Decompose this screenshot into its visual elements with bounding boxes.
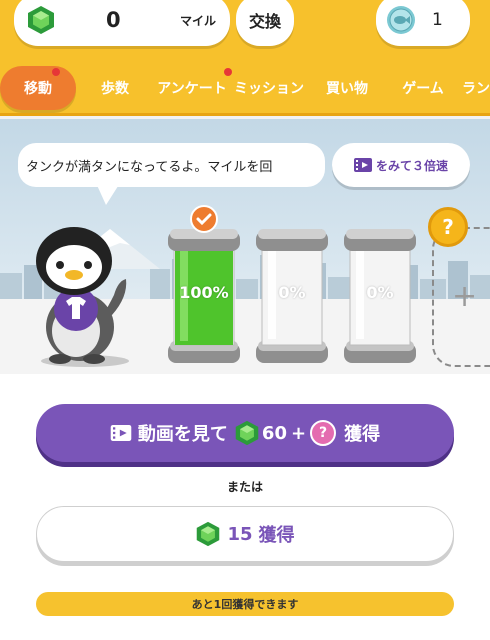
speech-bubble: タンクが満タンになってるよ。マイルを回: [18, 143, 325, 187]
penguin-mascot: [36, 227, 129, 367]
fuel-tank-3: 0%: [342, 227, 418, 367]
gem-amount: 15: [227, 523, 253, 545]
triple-speed-button[interactable]: をみて３倍速: [332, 143, 470, 187]
speech-bubble-tail: [96, 183, 120, 205]
tab-move[interactable]: 移動: [0, 66, 76, 110]
tab-label: ゲーム: [402, 81, 444, 97]
checkmark-icon: [190, 205, 218, 233]
miles-counter[interactable]: 0 マイル: [14, 0, 230, 46]
tab-label: 買い物: [326, 81, 368, 97]
category-tabs: 移動 歩数 アンケート ミッション 買い物 ゲーム ラン: [0, 60, 490, 116]
tab-mission[interactable]: ミッション: [232, 66, 306, 110]
gem-icon: [197, 521, 220, 547]
tank-percentage: 0%: [278, 283, 306, 302]
video-prefix: 動画を見て: [137, 424, 228, 445]
tab-survey[interactable]: アンケート: [154, 66, 230, 110]
miles-unit: マイル: [179, 13, 216, 28]
tab-game[interactable]: ゲーム: [396, 66, 450, 110]
fuel-tank-2: 0%: [254, 227, 330, 367]
tab-ranking[interactable]: ラン: [462, 66, 490, 110]
gem-icon: [28, 6, 54, 34]
tank-scene: タンクが満タンになってるよ。マイルを回 をみて３倍速 100% 0% 0% + …: [0, 119, 490, 374]
miles-value: 0: [106, 8, 121, 32]
triple-speed-label: をみて３倍速: [375, 158, 448, 173]
mystery-reward-icon: ?: [310, 420, 337, 446]
video-plus: +: [290, 422, 307, 444]
tab-label: アンケート: [157, 81, 227, 97]
exchange-label: 交換: [248, 12, 281, 31]
remaining-count-banner: あと1回獲得できます: [36, 592, 454, 616]
tab-label: ミッション: [234, 81, 304, 97]
film-icon: [353, 158, 372, 172]
tank-percentage: 0%: [366, 283, 394, 302]
tank-cap-rim: [258, 229, 326, 239]
coin-value: 1: [432, 10, 443, 30]
tab-label: 移動: [24, 81, 52, 97]
watch-video-button[interactable]: 動画を見て 60 + ? 獲得: [36, 404, 454, 462]
top-bar: 0 マイル 交換 1: [0, 0, 490, 60]
tab-shopping[interactable]: 買い物: [322, 66, 372, 110]
speech-text: タンクが満タンになってるよ。マイルを回: [26, 159, 273, 175]
tab-steps[interactable]: 歩数: [90, 66, 140, 110]
tank-cap-rim: [346, 229, 414, 239]
tab-label: ラン: [462, 81, 490, 97]
fuel-tank-1: 100%: [166, 227, 242, 367]
notification-dot: [224, 68, 232, 76]
film-icon: [110, 425, 132, 441]
tab-label: 歩数: [101, 81, 129, 97]
remaining-text: あと1回獲得できます: [191, 598, 299, 611]
video-suffix: 獲得: [344, 424, 381, 445]
notification-dot: [52, 68, 60, 76]
coin-counter[interactable]: 1: [376, 0, 470, 46]
tank-percentage: 100%: [179, 283, 229, 302]
or-divider-text: または: [226, 480, 263, 494]
gem-suffix: 獲得: [258, 525, 295, 546]
gem-icon: [235, 420, 259, 446]
fish-coin-icon: [387, 6, 415, 34]
collect-gems-button[interactable]: 15 獲得: [36, 506, 454, 562]
plus-icon: +: [452, 279, 478, 314]
video-gem-amount: 60: [261, 422, 287, 444]
question-icon[interactable]: ?: [428, 207, 468, 247]
exchange-button[interactable]: 交換: [236, 0, 294, 46]
